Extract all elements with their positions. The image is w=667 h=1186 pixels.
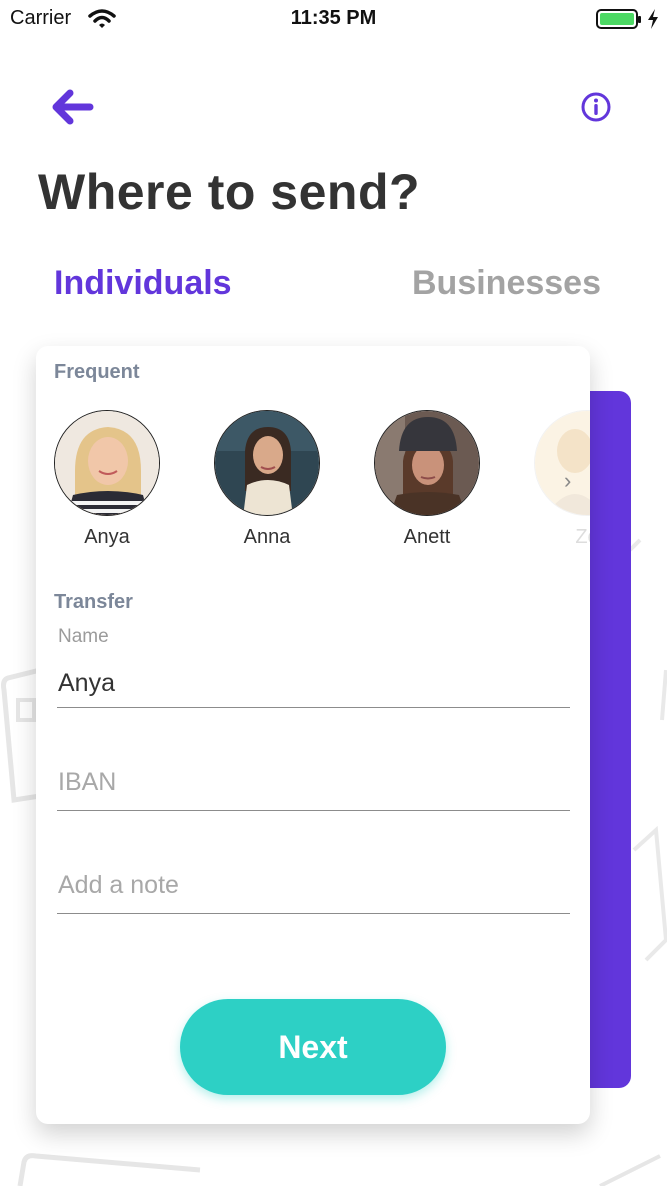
status-time: 11:35 PM [290,7,377,29]
next-button[interactable]: Next [180,999,446,1095]
tab-individuals[interactable]: Individuals [54,264,232,303]
contact-anett[interactable]: Anett [373,410,481,549]
contact-anya[interactable]: Anya [53,410,161,549]
contact-name: Anna [243,526,291,548]
charging-bolt-icon [648,9,658,29]
tab-businesses[interactable]: Businesses [412,264,601,303]
avatar [374,410,480,516]
background-doodle-left [1,667,40,803]
name-field[interactable] [57,659,570,708]
background-doodle-right [628,538,667,962]
arrow-left-icon[interactable] [50,88,94,126]
contact-name: Zo [575,526,590,548]
page-title: Where to send? [38,164,421,220]
avatar [54,410,160,516]
chevron-right-icon[interactable]: › [564,468,571,494]
avatar [534,410,590,516]
contact-anna[interactable]: Anna [213,410,321,549]
info-circle-icon[interactable] [580,91,612,123]
background-doodle-bottom [17,1153,661,1186]
contact-zo[interactable]: Zo [533,410,590,549]
name-field-label: Name [58,626,109,647]
iban-field[interactable] [57,754,570,811]
contact-name: Anya [84,526,130,548]
transfer-label: Transfer [54,591,133,613]
contact-name: Anett [403,526,451,548]
transfer-card: Frequent Anya Anna Anett Z › Transfer Na… [36,346,590,1124]
avatar [214,410,320,516]
frequent-label: Frequent [54,361,140,383]
status-bar: Carrier 11:35 PM [0,0,667,40]
note-field[interactable] [57,857,570,914]
battery-icon [596,9,641,29]
